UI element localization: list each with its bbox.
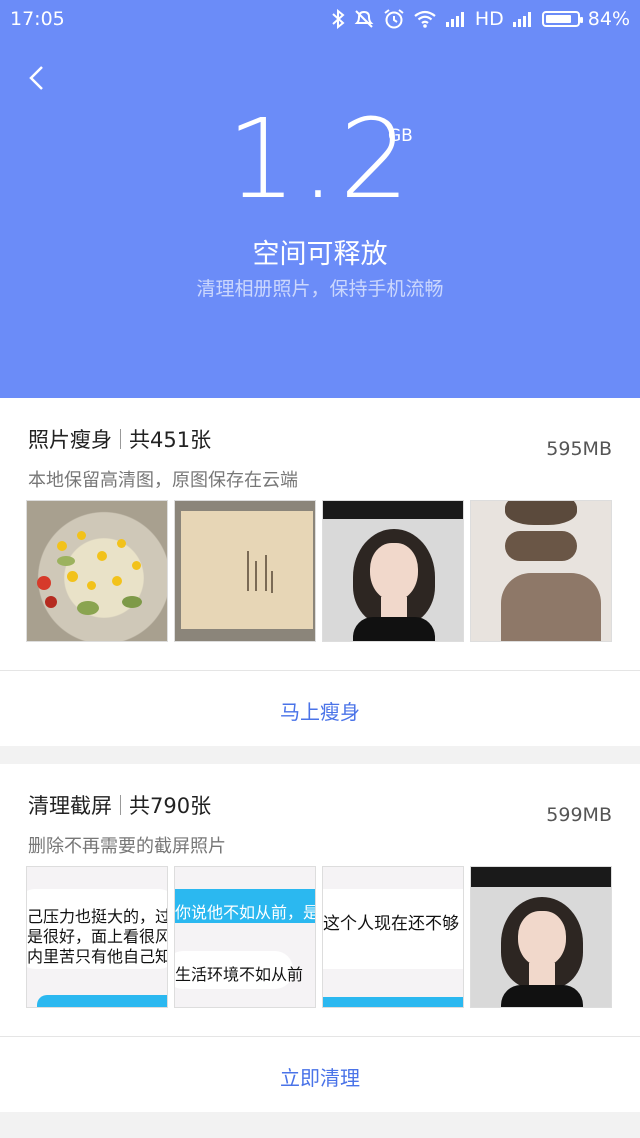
screenshot-thumbnail[interactable]	[470, 866, 612, 1008]
back-icon[interactable]	[24, 64, 52, 92]
screenshot-thumbnail[interactable]: 己压力也挺大的，过 是很好，面上看很风 内里苦只有他自己知	[26, 866, 168, 1008]
photo-slim-description: 本地保留高清图，原图保存在云端	[28, 470, 298, 491]
divider	[0, 670, 640, 671]
photo-slim-thumbnails	[26, 500, 614, 642]
photo-slim-count: 共451张	[129, 428, 212, 452]
space-amount-unit: GB	[388, 126, 413, 146]
photo-slim-name: 照片瘦身	[28, 428, 112, 452]
network-type: HD	[474, 8, 504, 30]
title-separator	[120, 795, 121, 815]
wifi-icon	[414, 10, 436, 28]
bluetooth-icon	[332, 9, 345, 29]
chat-line: 这个人现在还不够	[323, 914, 459, 934]
status-time: 17:05	[10, 8, 65, 30]
chat-line: 你说他不如从前，是人	[175, 903, 315, 922]
photo-slim-size: 595MB	[546, 438, 612, 460]
title-separator	[120, 429, 121, 449]
status-bar: 17:05 HD 84%	[0, 0, 640, 38]
photo-thumbnail[interactable]	[470, 500, 612, 642]
slim-now-button[interactable]: 马上瘦身	[0, 696, 640, 725]
divider	[0, 1036, 640, 1037]
clean-now-button[interactable]: 立即清理	[0, 1062, 640, 1091]
screenshot-thumbnails: 己压力也挺大的，过 是很好，面上看很风 内里苦只有他自己知 你说他不如从前，是人…	[26, 866, 614, 1008]
battery-percent: 84%	[587, 8, 630, 30]
screenshot-title: 清理截屏 共790张	[28, 790, 612, 820]
chat-line: 内里苦只有他自己知	[27, 947, 168, 966]
photo-slim-header: 照片瘦身 共451张 本地保留高清图，原图保存在云端	[28, 424, 612, 492]
status-icons: HD 84%	[331, 8, 630, 30]
signal-icon	[445, 12, 464, 27]
signal-icon	[512, 12, 531, 27]
space-amount-value: 1.2	[226, 95, 414, 223]
screenshot-description: 删除不再需要的截屏照片	[28, 836, 226, 857]
photo-slim-card: 照片瘦身 共451张 本地保留高清图，原图保存在云端 595MB 马上瘦身	[0, 398, 640, 746]
screenshot-header: 清理截屏 共790张 删除不再需要的截屏照片	[28, 790, 612, 858]
photo-slim-title: 照片瘦身 共451张	[28, 424, 612, 454]
space-amount: 1.2 GB	[0, 104, 640, 214]
battery-icon	[541, 11, 583, 27]
screenshot-thumbnail[interactable]: 这个人现在还不够	[322, 866, 464, 1008]
screenshot-count: 共790张	[129, 794, 212, 818]
screenshot-thumbnail[interactable]: 你说他不如从前，是人 生活环境不如从前	[174, 866, 316, 1008]
chat-line: 生活环境不如从前	[175, 965, 304, 984]
photo-thumbnail[interactable]	[174, 500, 316, 642]
photo-thumbnail[interactable]	[322, 500, 464, 642]
photo-thumbnail[interactable]	[26, 500, 168, 642]
screenshot-size: 599MB	[546, 804, 612, 826]
header: 17:05 HD 84% 1.2 GB 空间可释放 清理相册照片，保持手机流畅	[0, 0, 640, 398]
page-title: 空间可释放	[252, 239, 388, 270]
screenshot-clean-card: 清理截屏 共790张 删除不再需要的截屏照片 599MB 己压力也挺大的，过 是…	[0, 764, 640, 1112]
mute-icon	[354, 10, 374, 28]
screenshot-name: 清理截屏	[28, 794, 112, 818]
alarm-icon	[384, 9, 404, 29]
page-subtitle: 清理相册照片，保持手机流畅	[196, 278, 444, 300]
